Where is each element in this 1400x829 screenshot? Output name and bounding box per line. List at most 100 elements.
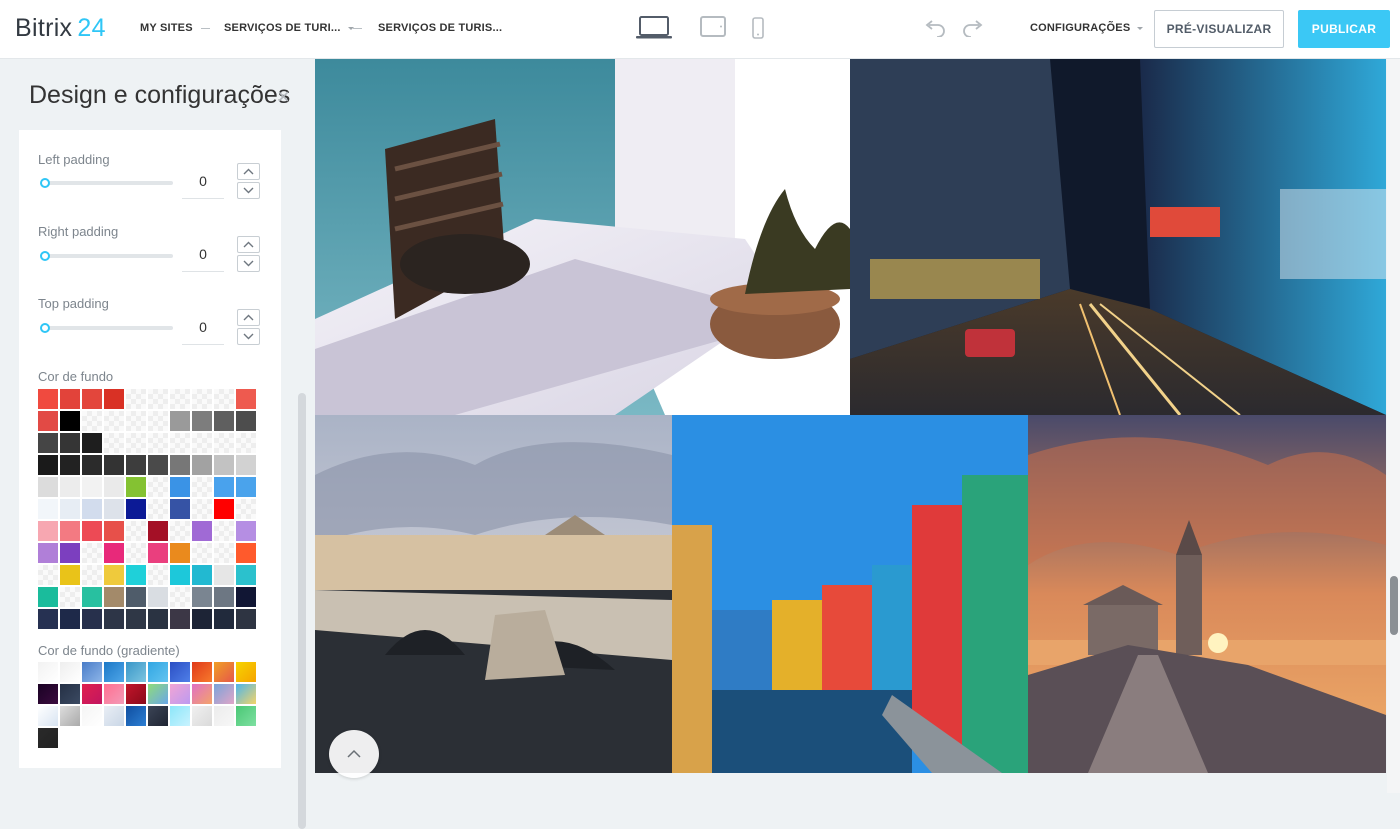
gradient-swatch[interactable]	[192, 662, 212, 682]
color-swatch[interactable]	[148, 565, 168, 585]
color-swatch[interactable]	[82, 587, 102, 607]
color-swatch[interactable]	[170, 455, 190, 475]
color-swatch[interactable]	[236, 521, 256, 541]
color-swatch[interactable]	[60, 609, 80, 629]
color-swatch[interactable]	[236, 411, 256, 431]
gradient-swatch[interactable]	[104, 706, 124, 726]
color-swatch[interactable]	[148, 499, 168, 519]
decrement-button[interactable]	[237, 182, 260, 199]
color-swatch[interactable]	[38, 587, 58, 607]
color-swatch[interactable]	[148, 477, 168, 497]
photo-colorful-houses[interactable]	[672, 415, 1028, 773]
color-swatch[interactable]	[170, 389, 190, 409]
color-swatch[interactable]	[60, 565, 80, 585]
gradient-swatch[interactable]	[60, 684, 80, 704]
color-swatch[interactable]	[170, 477, 190, 497]
photo-city-night[interactable]	[850, 59, 1386, 415]
color-swatch[interactable]	[192, 455, 212, 475]
increment-button[interactable]	[237, 163, 260, 180]
increment-button[interactable]	[237, 309, 260, 326]
color-swatch[interactable]	[214, 587, 234, 607]
preview-button[interactable]: PRÉ-VISUALIZAR	[1154, 10, 1284, 48]
decrement-button[interactable]	[237, 328, 260, 345]
color-swatch[interactable]	[82, 609, 102, 629]
color-swatch[interactable]	[126, 477, 146, 497]
color-swatch[interactable]	[148, 389, 168, 409]
gradient-swatch[interactable]	[170, 706, 190, 726]
top-padding-slider[interactable]	[40, 323, 173, 333]
breadcrumb-page[interactable]: SERVIÇOS DE TURIS...	[378, 22, 502, 34]
color-swatch[interactable]	[148, 609, 168, 629]
gradient-swatch[interactable]	[60, 706, 80, 726]
page-scrollbar-thumb[interactable]	[1390, 576, 1398, 635]
color-swatch[interactable]	[38, 609, 58, 629]
gradient-swatch[interactable]	[104, 662, 124, 682]
scroll-to-top-button[interactable]	[329, 730, 379, 778]
right-padding-input[interactable]: 0	[182, 236, 224, 272]
color-swatch[interactable]	[82, 477, 102, 497]
color-swatch[interactable]	[148, 411, 168, 431]
color-swatch[interactable]	[60, 499, 80, 519]
redo-icon[interactable]	[962, 19, 984, 37]
color-swatch[interactable]	[192, 411, 212, 431]
decrement-button[interactable]	[237, 255, 260, 272]
top-padding-input[interactable]: 0	[182, 309, 224, 345]
gradient-swatch[interactable]	[214, 706, 234, 726]
color-swatch[interactable]	[126, 587, 146, 607]
gradient-swatch[interactable]	[170, 684, 190, 704]
page-canvas[interactable]	[315, 59, 1386, 773]
breadcrumb-my-sites[interactable]: MY SITES	[140, 22, 193, 34]
color-swatch[interactable]	[148, 587, 168, 607]
gradient-swatch[interactable]	[60, 662, 80, 682]
undo-icon[interactable]	[924, 19, 946, 37]
color-swatch[interactable]	[82, 433, 102, 453]
color-swatch[interactable]	[104, 389, 124, 409]
gradient-swatch[interactable]	[104, 684, 124, 704]
color-swatch[interactable]	[60, 455, 80, 475]
color-swatch[interactable]	[38, 499, 58, 519]
color-swatch[interactable]	[104, 433, 124, 453]
color-swatch[interactable]	[82, 455, 102, 475]
gradient-swatch[interactable]	[148, 662, 168, 682]
right-padding-slider[interactable]	[40, 251, 173, 261]
color-swatch[interactable]	[38, 411, 58, 431]
slider-handle[interactable]	[40, 178, 50, 188]
color-swatch[interactable]	[236, 609, 256, 629]
color-swatch[interactable]	[104, 587, 124, 607]
color-swatch[interactable]	[126, 543, 146, 563]
color-swatch[interactable]	[126, 455, 146, 475]
color-swatch[interactable]	[38, 455, 58, 475]
gradient-swatch[interactable]	[38, 684, 58, 704]
color-swatch[interactable]	[60, 411, 80, 431]
color-swatch[interactable]	[126, 433, 146, 453]
color-swatch[interactable]	[148, 455, 168, 475]
color-swatch[interactable]	[82, 411, 102, 431]
color-swatch[interactable]	[214, 565, 234, 585]
color-swatch[interactable]	[60, 543, 80, 563]
page-scrollbar[interactable]	[1387, 59, 1400, 793]
gradient-swatch[interactable]	[236, 684, 256, 704]
color-swatch[interactable]	[104, 609, 124, 629]
color-swatch[interactable]	[236, 565, 256, 585]
color-swatch[interactable]	[38, 543, 58, 563]
color-swatch[interactable]	[82, 521, 102, 541]
color-swatch[interactable]	[214, 389, 234, 409]
color-swatch[interactable]	[236, 455, 256, 475]
close-icon[interactable]: ×	[277, 86, 290, 108]
gradient-swatch[interactable]	[82, 662, 102, 682]
laptop-icon[interactable]	[636, 16, 672, 40]
gradient-swatch[interactable]	[148, 684, 168, 704]
color-swatch[interactable]	[38, 565, 58, 585]
gradient-swatch[interactable]	[192, 706, 212, 726]
color-swatch[interactable]	[38, 477, 58, 497]
mobile-icon[interactable]	[752, 17, 764, 39]
color-swatch[interactable]	[38, 389, 58, 409]
color-swatch[interactable]	[192, 433, 212, 453]
color-swatch[interactable]	[236, 543, 256, 563]
color-swatch[interactable]	[192, 565, 212, 585]
gradient-swatch[interactable]	[126, 684, 146, 704]
gradient-swatch[interactable]	[170, 662, 190, 682]
color-swatch[interactable]	[104, 499, 124, 519]
color-swatch[interactable]	[104, 455, 124, 475]
color-swatch[interactable]	[60, 389, 80, 409]
